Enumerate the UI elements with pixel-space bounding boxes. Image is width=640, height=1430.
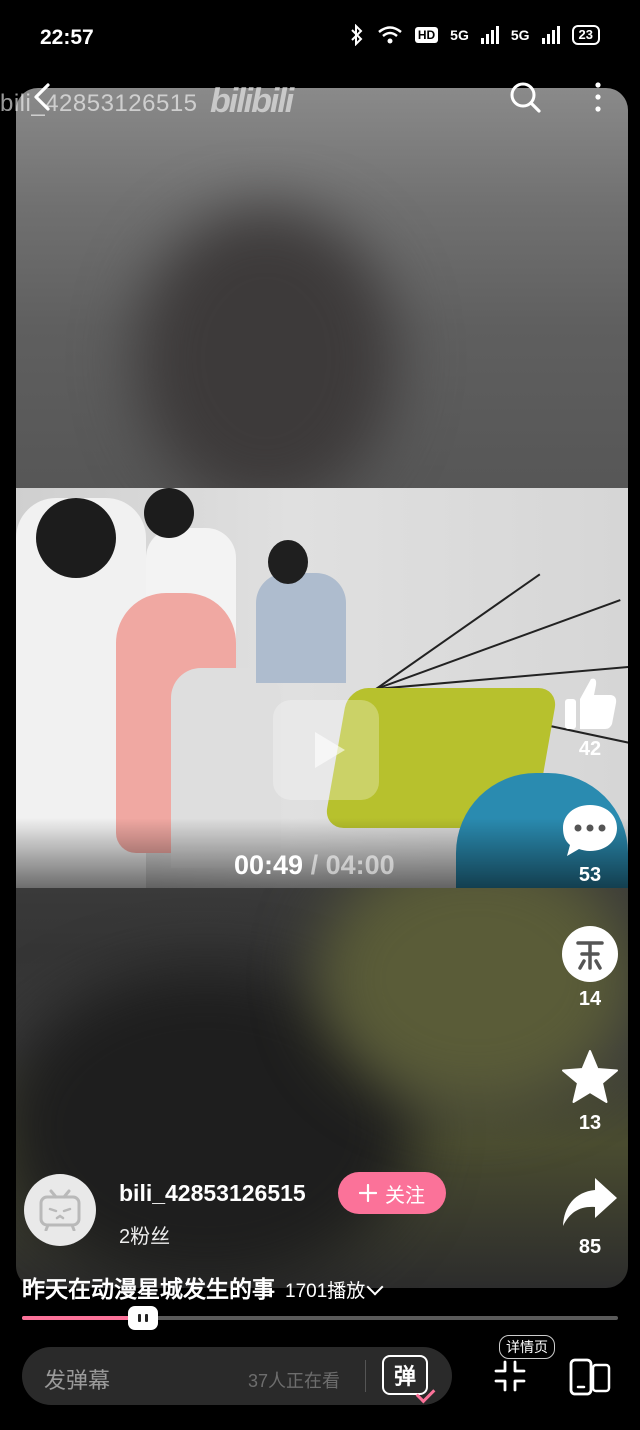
play-count-text: 1701播放: [285, 1281, 366, 1302]
share-icon: [558, 1170, 622, 1234]
play-count: 1701播放: [285, 1276, 384, 1303]
detail-page-label: 详情页: [499, 1335, 555, 1359]
comment-count: 53: [578, 864, 602, 886]
status-time: 22:57: [40, 26, 94, 49]
coin-action[interactable]: 14: [555, 922, 625, 1011]
rotate-screen-icon[interactable]: [568, 1357, 612, 1397]
signal-icon: [480, 26, 499, 44]
follow-label: 关注: [385, 1184, 425, 1207]
coin-icon: [558, 922, 622, 986]
bluetooth-icon: [351, 24, 363, 46]
hd-badge: HD: [414, 27, 439, 43]
share-count: 85: [578, 1236, 602, 1258]
video-title: 昨天在动漫星城发生的事: [22, 1276, 275, 1302]
like-action[interactable]: 42: [555, 672, 625, 761]
danmaku-bar: 发弹幕 37人正在看 弹: [22, 1347, 452, 1405]
danmaku-toggle-button[interactable]: 弹: [382, 1355, 436, 1404]
coin-count: 14: [578, 988, 602, 1010]
star-icon: [558, 1046, 622, 1110]
plus-icon: [359, 1184, 377, 1202]
like-count: 42: [578, 738, 602, 760]
person-back-head: [144, 488, 194, 538]
progress-bar[interactable]: [22, 1316, 618, 1320]
play-icon: [315, 732, 345, 768]
fans-count: 2粉丝: [119, 1226, 171, 1248]
avatar[interactable]: [24, 1174, 96, 1246]
uploader-watermark: bili_42853126515: [0, 90, 198, 117]
wifi-icon: [378, 26, 402, 44]
danmaku-input[interactable]: 发弹幕: [44, 1363, 110, 1395]
time-separator: /: [303, 850, 326, 880]
follow-button[interactable]: 关注: [338, 1172, 446, 1214]
status-icons: HD 5G 5G 23: [349, 24, 600, 46]
burst-line: [375, 573, 541, 690]
duration: 04:00: [325, 850, 395, 880]
thumbs-up-icon: [558, 672, 622, 736]
comment-action[interactable]: 53: [555, 798, 625, 887]
divider: [365, 1360, 366, 1392]
person-right-head: [268, 540, 308, 584]
comment-icon: [558, 798, 622, 862]
battery-icon: 23: [571, 25, 600, 45]
current-time: 00:49: [234, 850, 304, 880]
video-info-row[interactable]: 昨天在动漫星城发生的事 1701播放: [22, 1270, 384, 1304]
bilibili-logo: bilibili: [210, 82, 294, 120]
favorite-action[interactable]: 13: [555, 1046, 625, 1135]
signal-icon-2: [541, 26, 560, 44]
video-timecode: 00:49 / 04:00: [234, 850, 395, 881]
network-type-1: 5G: [450, 27, 469, 43]
collapse-icon[interactable]: [494, 1360, 526, 1392]
progress-fill: [22, 1316, 145, 1320]
person-right: [256, 573, 346, 683]
status-bar: 22:57 HD 5G 5G 23: [0, 0, 640, 76]
play-button[interactable]: [273, 700, 379, 800]
network-type-2: 5G: [510, 27, 530, 43]
person-left-head: [36, 498, 116, 578]
search-icon[interactable]: [508, 80, 542, 114]
more-icon[interactable]: [588, 80, 608, 114]
chevron-down-icon: [366, 1278, 384, 1296]
danmaku-toggle-label: 弹: [393, 1364, 416, 1389]
progress-thumb[interactable]: [128, 1306, 158, 1330]
share-action[interactable]: 85: [555, 1170, 625, 1259]
uploader-name[interactable]: bili_42853126515: [119, 1180, 306, 1207]
video-player[interactable]: [16, 488, 628, 888]
viewer-count: 37人正在看: [248, 1371, 341, 1391]
check-icon: [415, 1383, 436, 1404]
tv-mascot-icon: [39, 1189, 81, 1231]
blur-figure-top: [136, 208, 396, 508]
favorite-count: 13: [578, 1112, 602, 1134]
